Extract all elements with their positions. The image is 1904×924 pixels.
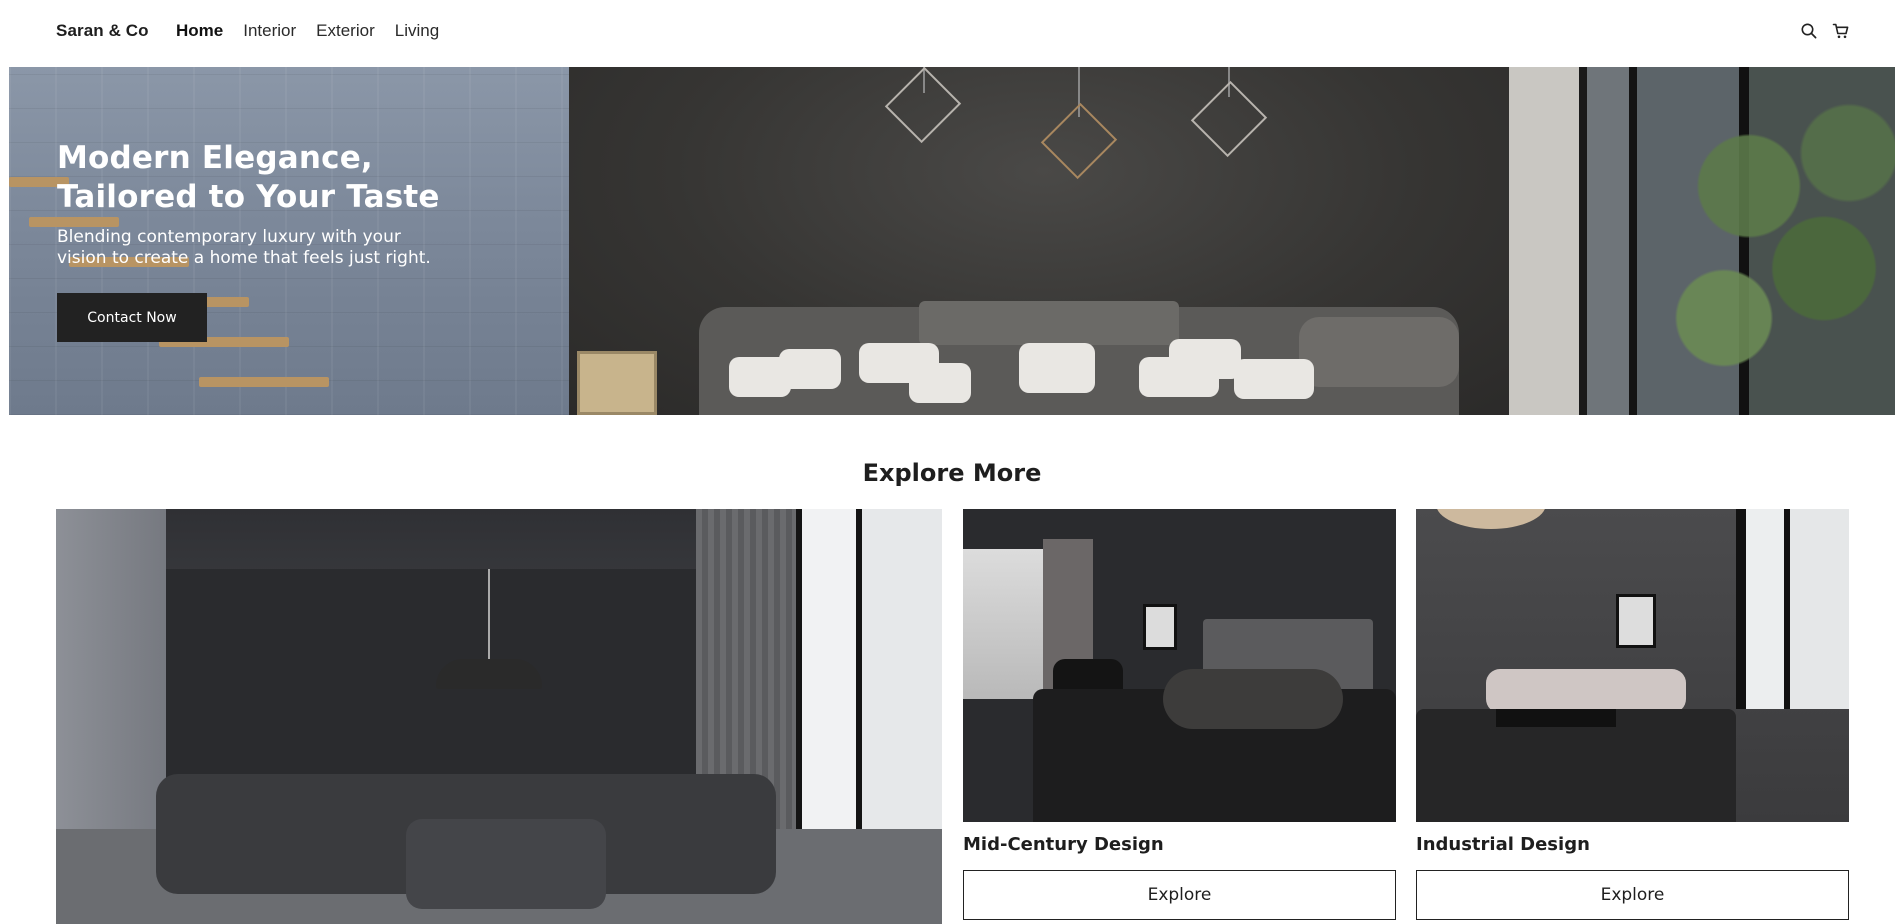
sofa-arm	[1299, 317, 1459, 387]
contact-now-button[interactable]: Contact Now	[57, 293, 207, 342]
nav-interior[interactable]: Interior	[243, 21, 296, 41]
card-title: Industrial Design	[1416, 834, 1590, 855]
bedroom-window	[1736, 509, 1849, 709]
sofa-module	[406, 819, 606, 909]
sofa-back	[919, 301, 1179, 345]
pillow	[1234, 359, 1314, 399]
card-title: Mid-Century Design	[963, 834, 1164, 855]
hero-subtitle-line2: vision to create a home that feels just …	[57, 248, 431, 268]
stair-step	[199, 377, 329, 387]
hero-banner: Modern Elegance, Tailored to Your Taste …	[9, 67, 1895, 415]
explore-more-title: Explore More	[862, 459, 1042, 487]
hero-subtitle-line1: Blending contemporary luxury with your	[57, 227, 401, 247]
hero-title-line2: Tailored to Your Taste	[57, 179, 440, 215]
pillows	[1486, 669, 1686, 713]
mid-century-image[interactable]	[963, 509, 1396, 822]
nav-living[interactable]: Living	[395, 21, 439, 41]
wall-art	[1143, 604, 1177, 650]
search-icon[interactable]	[1800, 22, 1818, 40]
bed-tray	[1496, 709, 1616, 727]
explore-button[interactable]: Explore	[963, 870, 1396, 920]
pillow	[779, 349, 841, 389]
pillow	[909, 363, 971, 403]
card-mid-century: Mid-Century Design Explore	[963, 509, 1396, 920]
brand-logo[interactable]: Saran & Co	[56, 21, 149, 41]
fur-blanket	[1163, 669, 1343, 729]
hero-subtitle: Blending contemporary luxury with your v…	[57, 227, 477, 269]
explore-button[interactable]: Explore	[1416, 870, 1849, 920]
featured-room-image[interactable]	[56, 509, 942, 924]
main-menu: Home Interior Exterior Living	[176, 21, 459, 41]
wall-art	[1616, 594, 1656, 648]
cart-icon[interactable]	[1832, 22, 1850, 40]
hero-title-line1: Modern Elegance,	[57, 140, 373, 176]
pillow	[1019, 343, 1095, 393]
hero-text: Modern Elegance, Tailored to Your Taste …	[57, 139, 477, 269]
pendant-lamp	[436, 659, 542, 689]
nav-icons	[1800, 22, 1850, 40]
hero-title: Modern Elegance, Tailored to Your Taste	[57, 139, 477, 217]
bedroom-window	[963, 549, 1043, 699]
card-industrial: Industrial Design Explore	[1416, 509, 1849, 920]
pillow	[1169, 339, 1241, 379]
wall-frame	[577, 351, 657, 415]
nav-exterior[interactable]: Exterior	[316, 21, 375, 41]
top-navigation: Saran & Co Home Interior Exterior Living	[0, 0, 1904, 66]
industrial-image[interactable]	[1416, 509, 1849, 822]
hero-plant	[1649, 87, 1895, 415]
pendant-cord	[488, 569, 490, 669]
nav-home[interactable]: Home	[176, 21, 223, 41]
